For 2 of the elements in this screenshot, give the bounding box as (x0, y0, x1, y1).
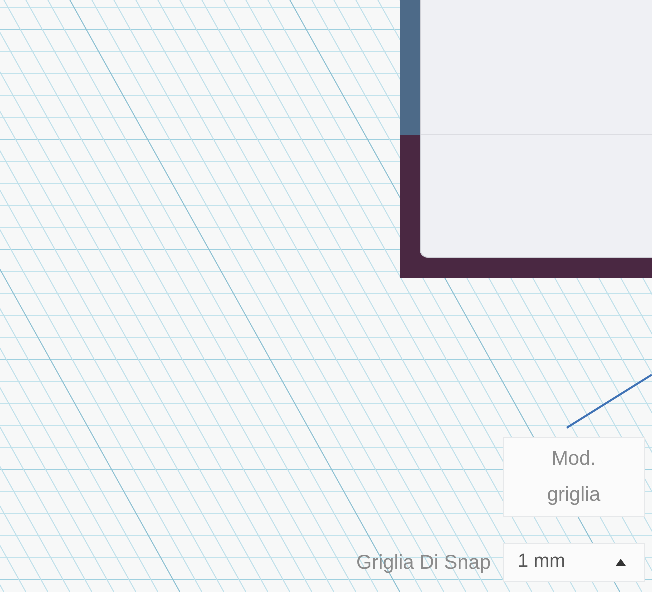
caret-up-icon (616, 559, 626, 566)
snap-grid-dropdown[interactable]: 1 mm (503, 543, 645, 582)
